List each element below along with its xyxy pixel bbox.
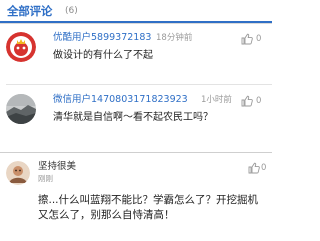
thumbs-up-icon (248, 162, 260, 174)
avatar-image-icon (6, 94, 36, 124)
comment-text: 做设计的有什么了不起 (53, 50, 153, 61)
like-button[interactable]: 0 (241, 33, 269, 45)
comment-text: 清华就是自信啊～看不起农民工吗？ (53, 112, 213, 123)
comment-time: 刚刚 (38, 174, 53, 183)
comment-username[interactable]: 优酷用户5899372183 (53, 32, 151, 44)
like-count: 0 (256, 96, 262, 106)
avatar[interactable] (6, 94, 36, 124)
comments-title: 全部评论 (7, 4, 53, 18)
like-button[interactable]: 0 (241, 95, 269, 107)
thumbs-up-icon (241, 95, 253, 107)
thumbs-up-icon (241, 33, 253, 45)
like-button[interactable]: 0 (248, 162, 270, 174)
comment-divider (6, 84, 272, 85)
comments-count: (6) (65, 6, 78, 16)
panel-gap (0, 145, 272, 152)
comment-username[interactable]: 坚持很美 (38, 161, 76, 173)
avatar[interactable] (6, 161, 30, 185)
comment-text: 擦...什么叫蓝翔不能比？学霸怎么了？开挖掘机又怎么了，别那么自恃清高！ (38, 194, 259, 221)
comment-username[interactable]: 微信用户1470803171823923 (53, 94, 188, 106)
comment-card: 坚持很美 刚刚 0 擦...什么叫蓝翔不能比？学霸怎么了？开挖掘机又怎么了，别那… (0, 152, 272, 241)
avatar-image-icon (6, 161, 30, 185)
comment-time: 18分钟前 (156, 33, 193, 43)
avatar[interactable] (6, 32, 36, 62)
avatar-image-icon (6, 32, 36, 62)
comment-time: 1小时前 (201, 95, 232, 105)
header-divider (0, 23, 272, 24)
comments-header: 全部评论 (6) (0, 0, 272, 24)
comment-item: 优酷用户5899372183 18分钟前 0 做设计的有什么了不起 (0, 26, 272, 81)
comments-panel: 全部评论 (6) 优酷用户5899372183 18分钟前 0 做设计的有什么了… (0, 0, 272, 145)
like-count: 0 (261, 163, 267, 173)
comment-item: 微信用户1470803171823923 1小时前 0 清华就是自信啊～看不起农… (0, 88, 272, 143)
like-count: 0 (256, 34, 262, 44)
